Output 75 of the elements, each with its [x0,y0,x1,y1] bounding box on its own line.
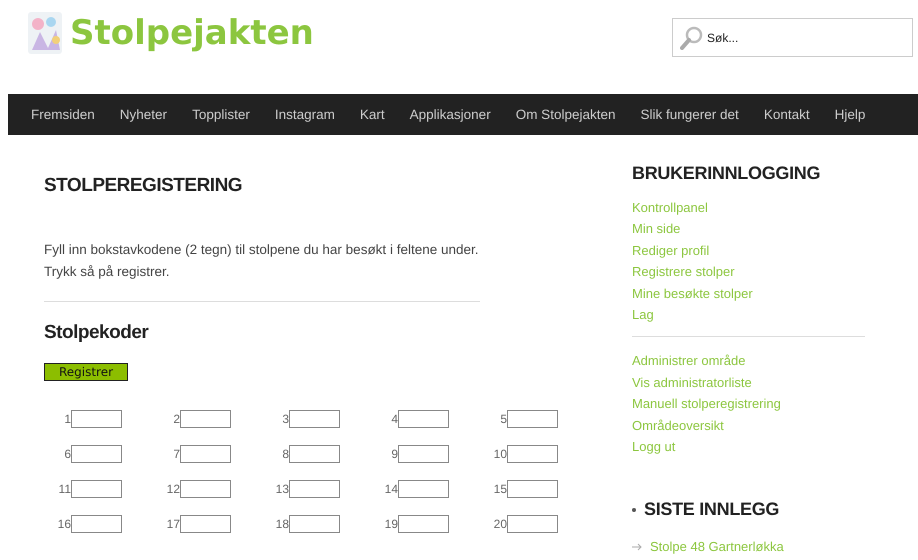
nav-link[interactable]: Kart [360,107,385,122]
nav-link[interactable]: Topplister [192,107,250,122]
field-number: 15 [494,482,507,496]
field-number: 7 [173,447,180,461]
section-heading: Stolpekoder [44,322,150,344]
code-input-field[interactable] [507,410,558,428]
sidebar-link[interactable]: Områdeoversikt [632,414,872,436]
sidebar-link[interactable]: Lag [632,304,872,326]
field-number: 6 [64,447,71,461]
code-input-field[interactable] [289,445,340,463]
field-number: 11 [58,482,71,496]
nav-link[interactable]: Slik fungerer det [640,107,739,122]
register-button[interactable]: Registrer [44,363,128,381]
sidebar-link[interactable]: Registrere stolper [632,261,872,283]
field-number: 5 [500,412,507,426]
code-input-field[interactable] [398,410,449,428]
nav-link[interactable]: Hjelp [834,107,866,122]
sidebar-heading: SISTE INNLEGG [644,499,780,520]
field-number: 3 [282,412,289,426]
field-number: 10 [494,447,507,461]
code-input-field[interactable] [180,480,231,498]
field-number: 16 [58,517,71,531]
code-input-field[interactable] [71,480,122,498]
nav-link[interactable]: Kontakt [764,107,810,122]
field-number: 12 [166,482,180,496]
search-icon [680,26,704,50]
search-field[interactable]: Søk... [672,18,913,57]
code-input-field[interactable] [71,515,122,533]
code-input-field[interactable] [507,445,558,463]
field-number: 1 [64,412,71,426]
sidebar-link[interactable]: Mine besøkte stolper [632,282,872,304]
code-input-field[interactable] [398,480,449,498]
nav-link[interactable]: Applikasjoner [410,107,491,122]
post-link[interactable]: Stolpe 48 Gartnerløkka [650,536,784,558]
field-number: 8 [282,447,289,461]
sidebar-heading: BRUKERINNLOGGING [632,163,822,184]
sidebar-link[interactable]: Administrer område [632,350,872,372]
code-input-field[interactable] [289,515,340,533]
field-number: 20 [494,517,507,531]
logo-illustration-icon [26,10,64,56]
sidebar-link[interactable]: Rediger profil [632,240,872,262]
field-number: 13 [276,482,289,496]
bullet-icon [632,508,636,512]
code-input-field[interactable] [289,410,340,428]
code-input-field[interactable] [398,515,449,533]
sidebar-link[interactable]: Vis administratorliste [632,372,872,394]
nav-link[interactable]: Fremsiden [31,107,95,122]
site-logo-text[interactable]: Stolpejakten [70,13,314,53]
field-number: 18 [276,517,289,531]
nav-link[interactable]: Instagram [274,107,335,122]
field-number: 2 [173,412,180,426]
code-input-field[interactable] [180,445,231,463]
code-input-field[interactable] [507,515,558,533]
code-input-field[interactable] [289,480,340,498]
code-input-field[interactable] [180,515,231,533]
code-input-field[interactable] [71,445,122,463]
arrow-icon [632,543,642,552]
instruction-text: Fyll inn bokstavkodene (2 tegn) til stolpene du har besøkt i feltene under. [44,241,480,259]
field-number: 19 [384,517,398,531]
field-number: 14 [384,482,398,496]
sidebar-link[interactable]: Kontrollpanel [632,197,872,218]
instruction-text: Trykk så på registrer. [44,263,171,281]
field-number: 17 [166,517,180,531]
code-input-field[interactable] [180,410,231,428]
page-title: STOLPEREGISTERING [44,175,244,197]
nav-link[interactable]: Om Stolpejakten [516,107,616,122]
sidebar-link[interactable]: Logg ut [632,436,872,458]
code-input-field[interactable] [71,410,122,428]
nav-link[interactable]: Nyheter [120,107,168,122]
field-number: 4 [391,412,398,426]
code-input-field[interactable] [507,480,558,498]
sidebar-link[interactable]: Manuell stolperegistrering [632,393,872,415]
sidebar-link[interactable]: Min side [632,218,872,240]
field-number: 9 [391,447,398,461]
code-input-field[interactable] [398,445,449,463]
